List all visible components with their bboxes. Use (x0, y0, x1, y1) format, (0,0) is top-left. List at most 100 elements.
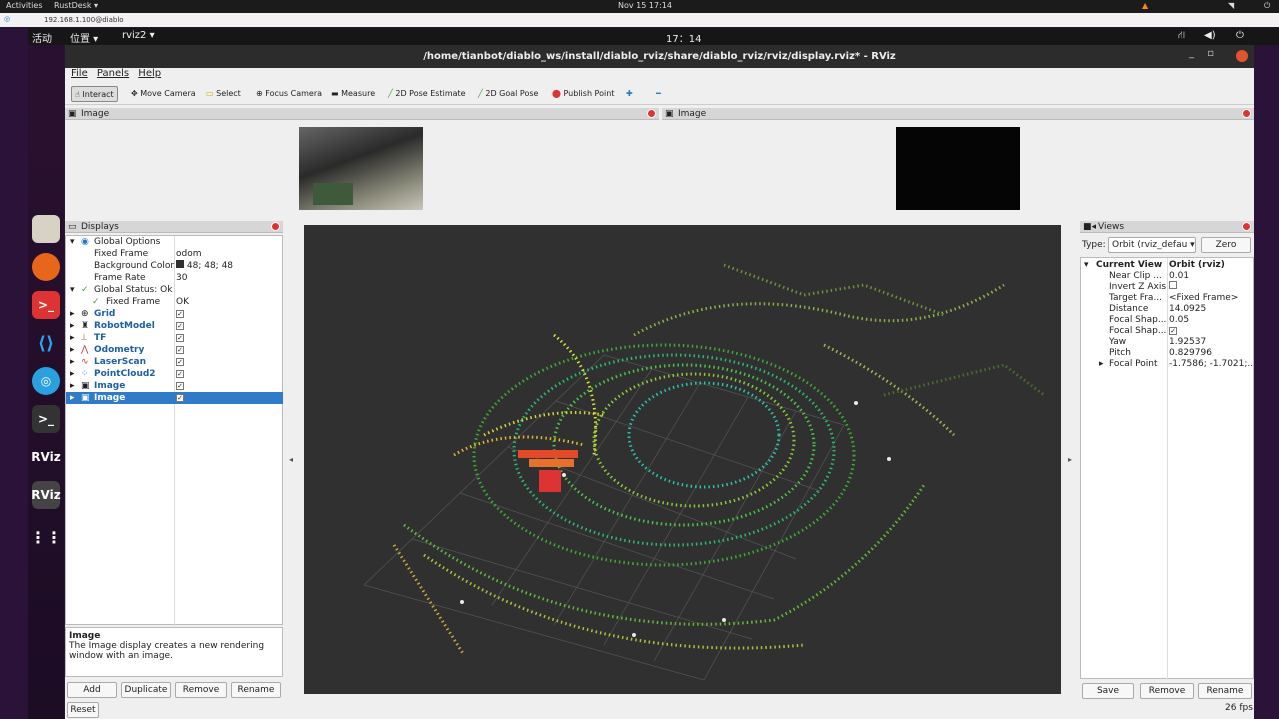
collapse-left-icon[interactable]: ◂ (289, 455, 293, 464)
menu-file[interactable]: File (71, 68, 88, 79)
tree-row-frame-rate[interactable]: Frame Rate 30 (66, 272, 283, 284)
tool-focus-camera[interactable]: ⊕ Focus Camera (253, 86, 325, 102)
close-panel-icon[interactable] (1242, 222, 1251, 231)
description-title: Image (69, 631, 101, 641)
gnome-activities[interactable]: 活动 (32, 30, 52, 45)
rviz-icon[interactable]: RViz (31, 443, 60, 471)
tree-row-tf[interactable]: ▸ ⟂ TF ✓ (66, 332, 283, 344)
save-view-button[interactable]: Save (1082, 683, 1134, 699)
host-app-menu[interactable]: RustDesk ▾ (54, 1, 98, 10)
tree-row-image-2[interactable]: ▸ ▣ Image ✓ (66, 392, 283, 404)
view-label: Focal Point (1109, 359, 1158, 369)
firefox-icon[interactable] (32, 253, 60, 281)
tool-select[interactable]: ▭ Select (203, 86, 244, 102)
collapse-arrow-icon[interactable]: ▸ (70, 356, 75, 368)
enable-checkbox[interactable]: ✓ (176, 334, 184, 342)
menu-help[interactable]: Help (138, 68, 161, 79)
tool-move-camera[interactable]: ✥ Move Camera (128, 86, 199, 102)
remove-display-button[interactable]: Remove (175, 682, 227, 698)
host-activities[interactable]: Activities (6, 1, 43, 10)
close-window-icon[interactable] (1236, 50, 1248, 62)
rustdesk-icon[interactable]: ◎ (32, 367, 60, 395)
volume-icon[interactable]: ◀) (1204, 30, 1216, 41)
tool-publish-point[interactable]: ⬤ Publish Point (549, 86, 617, 102)
collapse-arrow-icon[interactable]: ▸ (70, 344, 75, 356)
tree-row-global-status[interactable]: ▾ ✓ Global Status: Ok (66, 284, 283, 296)
enable-checkbox[interactable]: ✓ (176, 322, 184, 330)
zero-button[interactable]: Zero (1201, 237, 1251, 253)
collapse-arrow-icon[interactable]: ▸ (70, 392, 75, 404)
close-panel-icon[interactable] (271, 222, 280, 231)
terminator-icon[interactable]: >_ (32, 291, 60, 319)
vscode-icon[interactable]: ⟨⟩ (32, 329, 60, 357)
focal-shape-checkbox[interactable]: ✓ (1169, 327, 1177, 335)
tool-interact[interactable]: ☝ Interact (71, 86, 118, 102)
duplicate-button[interactable]: Duplicate (121, 682, 171, 698)
tree-row-odometry[interactable]: ▸ ⋀ Odometry ✓ (66, 344, 283, 356)
view-type-select[interactable]: Orbit (rviz_defau ▾ (1108, 237, 1196, 253)
enable-checkbox[interactable]: ✓ (176, 394, 184, 402)
tree-row-status-fixed-frame[interactable]: ✓ Fixed Frame OK (66, 296, 283, 308)
collapse-right-icon[interactable]: ▸ (1068, 455, 1072, 464)
tree-row-background-color[interactable]: Background Color 48; 48; 48 (66, 260, 283, 272)
expand-arrow-icon[interactable]: ▾ (70, 236, 75, 248)
minimize-icon[interactable]: _ (1189, 48, 1194, 59)
app-grid-icon[interactable]: ⋮⋮ (30, 523, 62, 551)
tool-2d-pose-estimate[interactable]: ╱ 2D Pose Estimate (385, 86, 469, 102)
tree-row-grid[interactable]: ▸ ⊕ Grid ✓ (66, 308, 283, 320)
enable-checkbox[interactable]: ✓ (176, 346, 184, 354)
places-menu[interactable]: 位置 ▾ (70, 30, 98, 45)
view-value[interactable]: -1.7586; -1.7021;... (1169, 358, 1256, 370)
app-menu[interactable]: rviz2 ▾ (122, 30, 155, 41)
tool-2d-goal-pose[interactable]: ╱ 2D Goal Pose (475, 86, 541, 102)
collapse-arrow-icon[interactable]: ▸ (70, 332, 75, 344)
image-panel-right-title: Image (678, 109, 707, 119)
terminal-icon[interactable]: >_ (32, 405, 60, 433)
menu-panels[interactable]: Panels (97, 68, 129, 79)
frame-rate-value[interactable]: 30 (176, 272, 187, 284)
tree-row-robotmodel[interactable]: ▸ ♜ RobotModel ✓ (66, 320, 283, 332)
remove-view-button[interactable]: Remove (1140, 683, 1194, 699)
rename-display-button[interactable]: Rename (231, 682, 281, 698)
close-panel-icon[interactable] (647, 109, 656, 118)
enable-checkbox[interactable]: ✓ (176, 358, 184, 366)
reset-button[interactable]: Reset (67, 702, 99, 718)
gnome-clock[interactable]: 17：14 (666, 30, 701, 45)
background-color-value[interactable]: 48; 48; 48 (176, 260, 233, 272)
add-button[interactable]: Add (67, 682, 117, 698)
collapse-arrow-icon[interactable]: ▸ (70, 320, 75, 332)
invert-z-checkbox[interactable] (1169, 281, 1177, 289)
tree-row-fixed-frame[interactable]: Fixed Frame odom (66, 248, 283, 260)
vlc-icon[interactable]: ▲ (1142, 1, 1148, 10)
enable-checkbox[interactable]: ✓ (176, 370, 184, 378)
remove-tool-icon[interactable]: ━ (653, 86, 664, 102)
tree-row-pointcloud2[interactable]: ▸ ⁘ PointCloud2 ✓ (66, 368, 283, 380)
host-clock[interactable]: Nov 15 17:14 (618, 1, 672, 10)
tree-row-global-options[interactable]: ▾ ◉ Global Options (66, 236, 283, 248)
power-icon[interactable]: ⏻ (1236, 30, 1244, 41)
files-icon[interactable] (32, 215, 60, 243)
collapse-arrow-icon[interactable]: ▸ (1099, 358, 1104, 370)
expand-arrow-icon[interactable]: ▾ (70, 284, 75, 296)
views-tree: ▾ Current View Orbit (rviz) Near Clip ... 0… (1080, 257, 1256, 680)
view-row-focal-point[interactable]: ▸ Focal Point -1.7586; -1.7021;... (1081, 358, 1279, 370)
power-icon[interactable]: ⏻ (1264, 1, 1270, 11)
3d-viewport[interactable] (304, 225, 1061, 694)
tree-row-image-1[interactable]: ▸ ▣ Image ✓ (66, 380, 283, 392)
collapse-arrow-icon[interactable]: ▸ (70, 308, 75, 320)
tool-measure[interactable]: ▬ Measure (328, 86, 378, 102)
collapse-arrow-icon[interactable]: ▸ (70, 368, 75, 380)
enable-checkbox[interactable]: ✓ (176, 382, 184, 390)
add-tool-icon[interactable]: ✚ (623, 86, 636, 102)
point-cloud-render[interactable] (304, 225, 1061, 694)
rename-view-button[interactable]: Rename (1198, 683, 1252, 699)
close-panel-icon[interactable] (1242, 109, 1251, 118)
enable-checkbox[interactable]: ✓ (176, 310, 184, 318)
rviz-active-icon[interactable]: RViz (31, 481, 61, 509)
network-icon[interactable]: ⛙ (1178, 30, 1185, 43)
maximize-icon[interactable]: ▫ (1207, 48, 1214, 59)
tree-row-laserscan[interactable]: ▸ ∿ LaserScan ✓ (66, 356, 283, 368)
collapse-arrow-icon[interactable]: ▸ (70, 380, 75, 392)
wifi-icon[interactable]: ◥ (1228, 1, 1234, 10)
fixed-frame-value[interactable]: odom (176, 248, 202, 260)
